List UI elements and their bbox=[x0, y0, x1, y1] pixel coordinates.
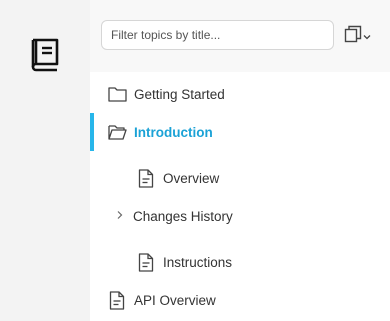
tree-item-overview[interactable]: Overview bbox=[90, 159, 390, 197]
folder-open-icon bbox=[107, 122, 127, 142]
document-icon bbox=[136, 168, 156, 188]
selection-indicator bbox=[90, 113, 94, 151]
copy-menu-button[interactable] bbox=[344, 25, 378, 47]
tree-item-label: Changes History bbox=[133, 208, 233, 224]
copy-icon bbox=[344, 25, 362, 47]
tree-item-changes-history[interactable]: Changes History bbox=[90, 197, 390, 235]
document-icon bbox=[107, 290, 127, 310]
topics-panel: Getting Started Introduction bbox=[90, 0, 390, 321]
tree-item-label: Overview bbox=[163, 170, 220, 186]
help-topics-window: Getting Started Introduction bbox=[0, 0, 390, 321]
tree-item-label: Instructions bbox=[163, 254, 233, 270]
folder-icon bbox=[107, 84, 127, 104]
tree-item-label: Getting Started bbox=[134, 86, 225, 102]
tree-item-label: API Overview bbox=[134, 292, 216, 308]
chevron-right-icon[interactable] bbox=[113, 209, 127, 223]
tree-item-getting-started[interactable]: Getting Started bbox=[90, 75, 390, 113]
tree-item-label: Introduction bbox=[134, 124, 213, 140]
tree-item-instructions[interactable]: Instructions bbox=[90, 243, 390, 281]
topics-toolbar bbox=[90, 0, 390, 68]
document-icon bbox=[136, 252, 156, 272]
chevron-down-icon bbox=[362, 27, 372, 46]
book-icon[interactable] bbox=[27, 36, 63, 72]
left-rail bbox=[0, 0, 90, 321]
topics-tree: Getting Started Introduction Overview Ch… bbox=[90, 72, 390, 321]
tree-item-api-overview[interactable]: API Overview bbox=[90, 281, 390, 319]
filter-topics-input[interactable] bbox=[101, 20, 334, 50]
tree-item-introduction[interactable]: Introduction bbox=[90, 113, 390, 151]
